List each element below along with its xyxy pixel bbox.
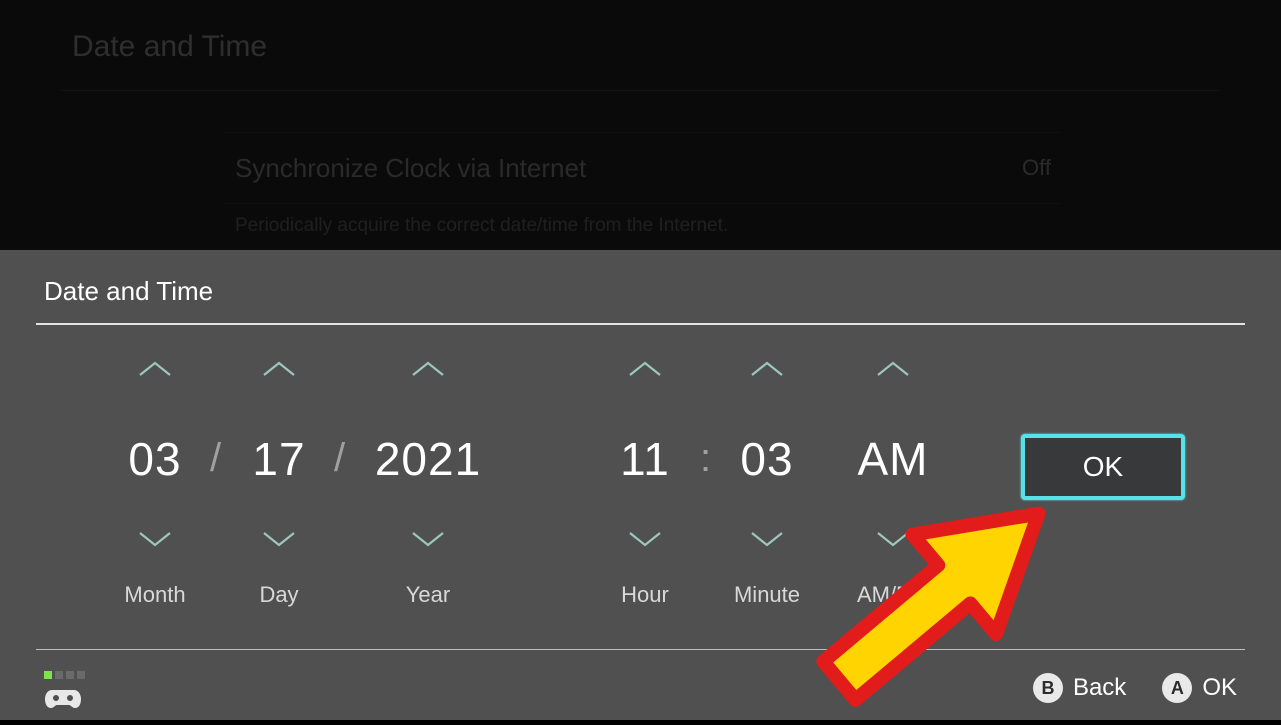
hint-back: B Back [1033, 673, 1126, 703]
time-separator: : [700, 436, 711, 481]
divider [36, 649, 1245, 650]
day-value: 17 [252, 432, 305, 486]
b-button-icon: B [1033, 673, 1063, 703]
chevron-down-icon[interactable] [411, 530, 445, 553]
year-label: Year [406, 582, 450, 608]
minute-spinner[interactable]: 03 Minute [722, 342, 812, 642]
hour-label: Hour [621, 582, 669, 608]
chevron-up-icon[interactable] [876, 360, 910, 383]
year-spinner[interactable]: 2021 Year [358, 342, 498, 642]
chevron-down-icon[interactable] [876, 530, 910, 553]
year-value: 2021 [375, 432, 481, 486]
ampm-label: AM/PM [857, 582, 929, 608]
chevron-up-icon[interactable] [628, 360, 662, 383]
date-separator: / [210, 436, 221, 481]
controller-indicator [44, 658, 88, 719]
month-value: 03 [128, 432, 181, 486]
chevron-up-icon[interactable] [750, 360, 784, 383]
minute-value: 03 [740, 432, 793, 486]
hint-ok: A OK [1162, 673, 1237, 703]
chevron-down-icon[interactable] [138, 530, 172, 553]
footer-bar: B Back A OK [0, 656, 1281, 720]
ok-button-label: OK [1083, 451, 1123, 483]
hint-ok-label: OK [1202, 674, 1237, 702]
a-button-icon: A [1162, 673, 1192, 703]
chevron-up-icon[interactable] [411, 360, 445, 383]
date-separator: / [334, 436, 345, 481]
divider [36, 323, 1245, 325]
chevron-up-icon[interactable] [262, 360, 296, 383]
hour-value: 11 [620, 432, 670, 486]
ok-button[interactable]: OK [1021, 434, 1185, 500]
chevron-down-icon[interactable] [628, 530, 662, 553]
month-label: Month [124, 582, 185, 608]
date-time-dialog: Date and Time 03 Month / 17 Day / 2021 Y… [0, 250, 1281, 720]
chevron-down-icon[interactable] [750, 530, 784, 553]
hour-spinner[interactable]: 11 Hour [600, 342, 690, 642]
chevron-up-icon[interactable] [138, 360, 172, 383]
ampm-value: AM [858, 432, 929, 486]
minute-label: Minute [734, 582, 800, 608]
hint-back-label: Back [1073, 674, 1126, 702]
dialog-title: Date and Time [0, 250, 1281, 323]
day-spinner[interactable]: 17 Day [234, 342, 324, 642]
chevron-down-icon[interactable] [262, 530, 296, 553]
ampm-spinner[interactable]: AM AM/PM [838, 342, 948, 642]
month-spinner[interactable]: 03 Month [110, 342, 200, 642]
day-label: Day [259, 582, 298, 608]
controller-icon [44, 691, 82, 718]
